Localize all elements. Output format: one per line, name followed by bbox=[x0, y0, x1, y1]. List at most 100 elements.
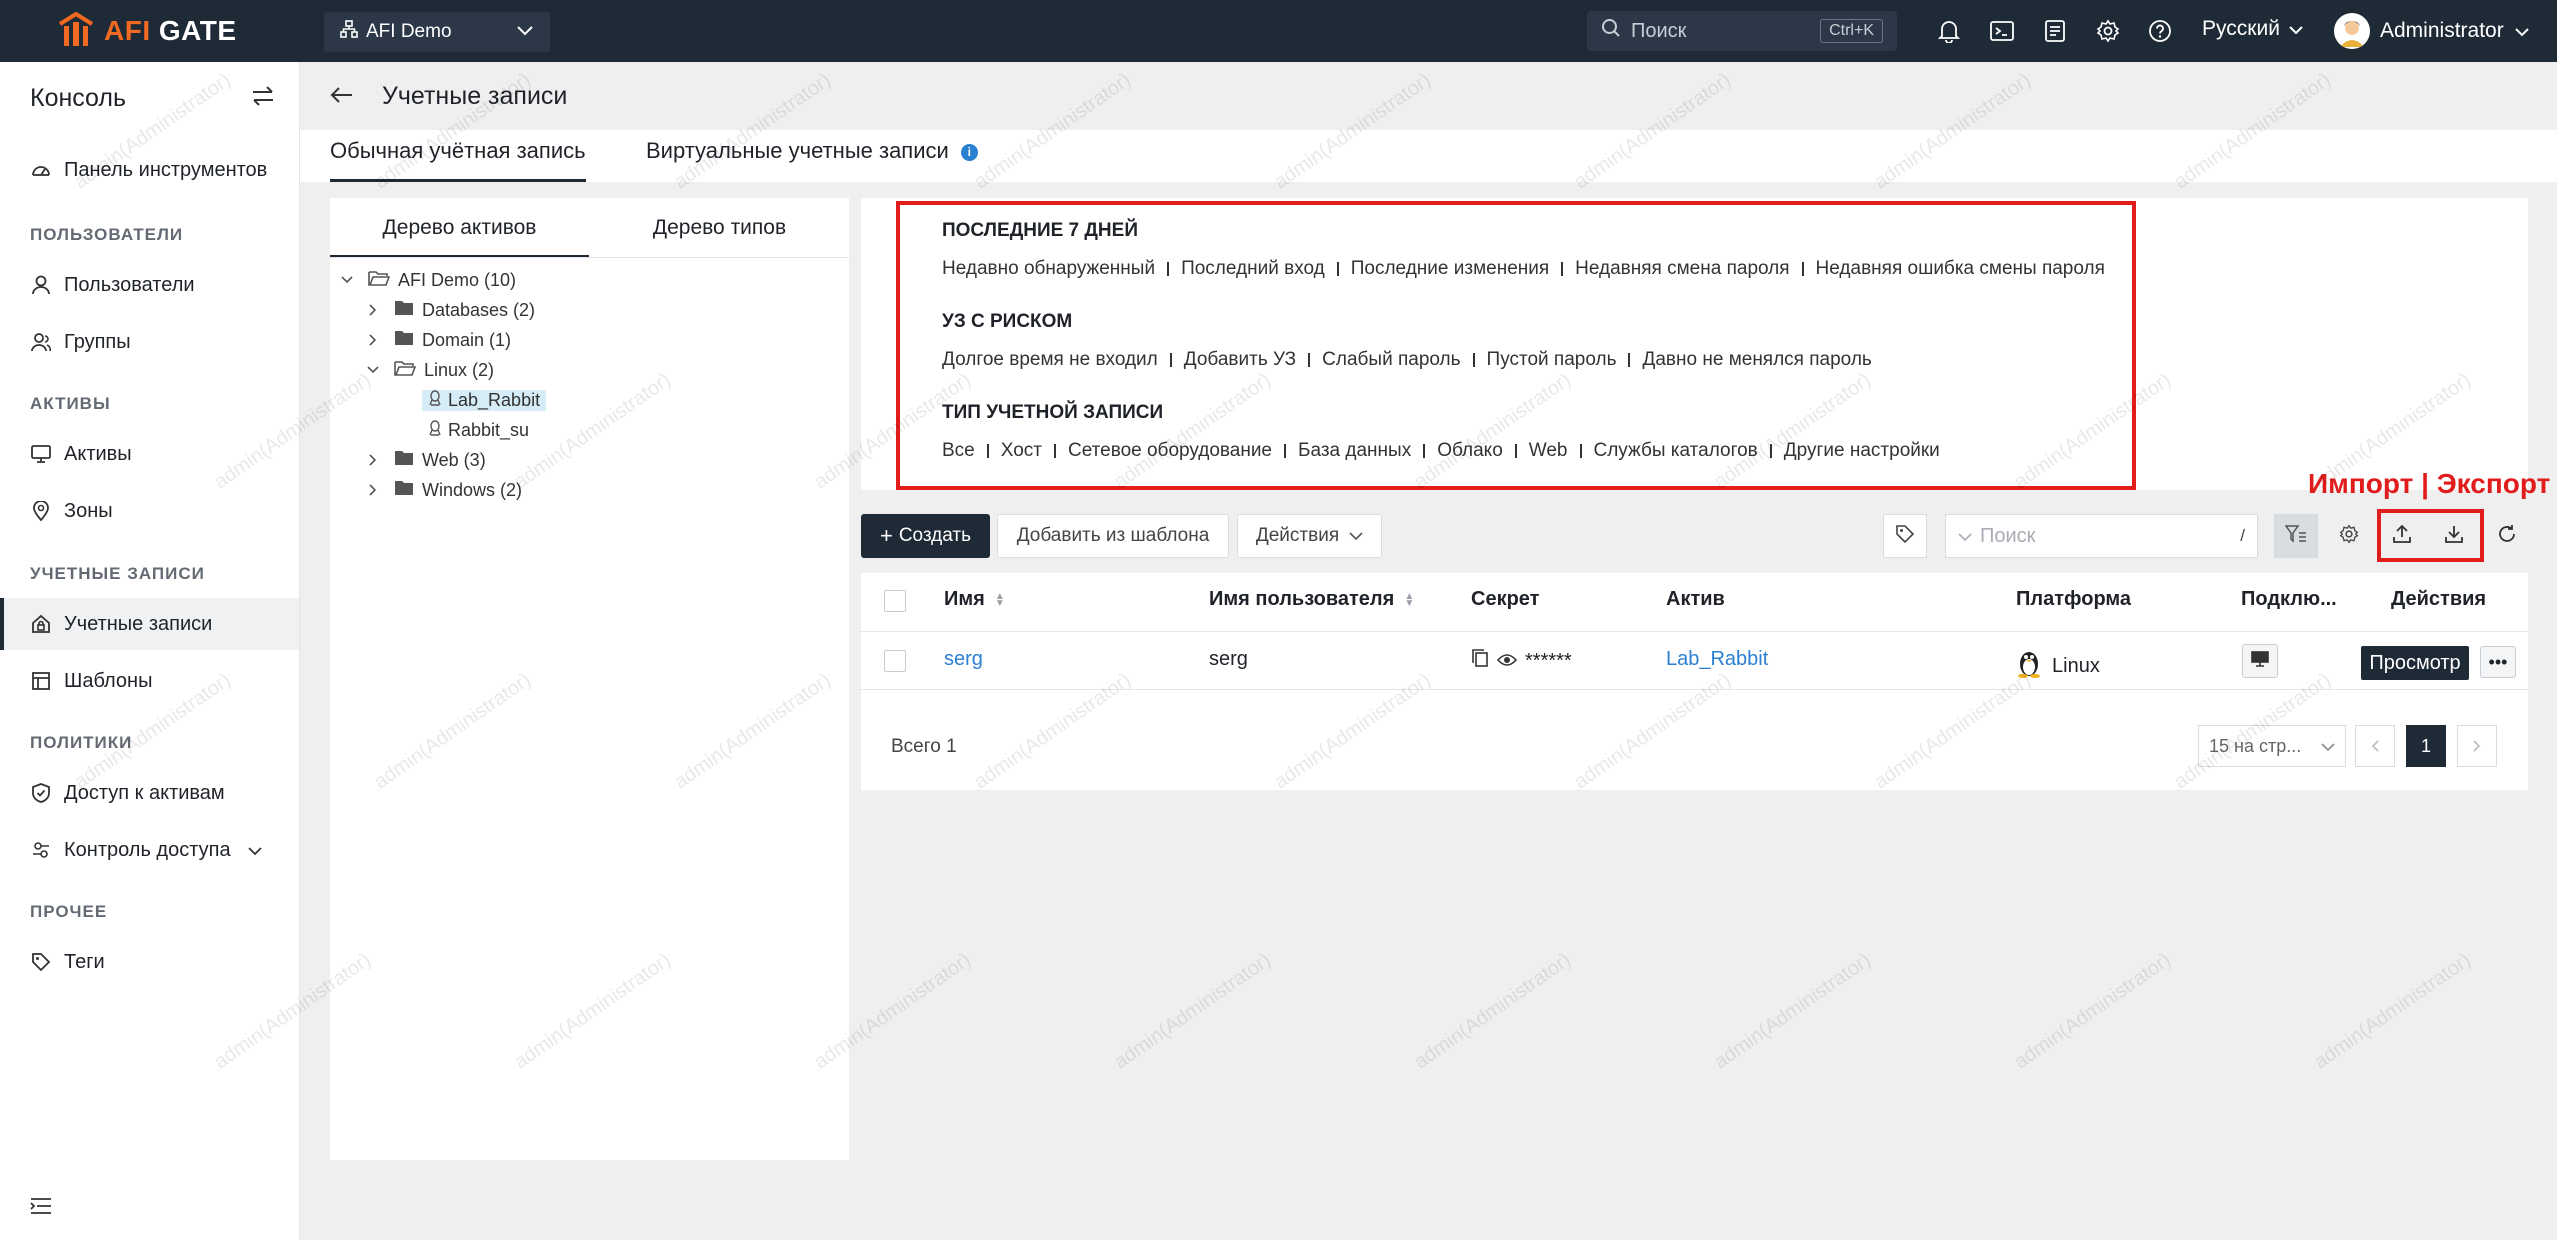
gear-icon[interactable] bbox=[2093, 16, 2123, 46]
back-arrow-icon[interactable] bbox=[330, 82, 354, 111]
create-button[interactable]: + Создать bbox=[861, 514, 990, 558]
swap-icon[interactable] bbox=[251, 84, 275, 113]
collapse-menu-icon[interactable] bbox=[30, 1197, 52, 1220]
filter-link[interactable]: Все bbox=[942, 440, 975, 462]
secret-cell: ****** bbox=[1471, 648, 1572, 674]
copy-icon[interactable] bbox=[1471, 648, 1489, 674]
asset-link[interactable]: Lab_Rabbit bbox=[1666, 648, 1768, 671]
sidebar-item-users[interactable]: Пользователи bbox=[0, 259, 299, 311]
prev-page-button[interactable] bbox=[2355, 725, 2395, 767]
org-select[interactable]: AFI Demo bbox=[324, 12, 550, 52]
chevron-right-icon[interactable] bbox=[366, 304, 380, 316]
connect-button[interactable] bbox=[2242, 644, 2278, 678]
filter-link[interactable]: Пустой пароль bbox=[1487, 349, 1617, 371]
chevron-down-icon[interactable] bbox=[366, 366, 380, 374]
sidebar-item-dashboard[interactable]: Панель инструментов bbox=[0, 144, 299, 196]
page-button-current[interactable]: 1 bbox=[2406, 725, 2446, 767]
user-menu[interactable]: Administrator bbox=[2334, 13, 2530, 49]
tab-regular-account[interactable]: Обычная учётная запись bbox=[330, 138, 586, 182]
tree-node-label: Windows (2) bbox=[422, 479, 523, 500]
add-from-template-button[interactable]: Добавить из шаблона bbox=[997, 514, 1229, 558]
tree-node-web[interactable]: Web (3) bbox=[366, 446, 486, 474]
tab-asset-tree[interactable]: Дерево активов bbox=[330, 216, 589, 258]
column-header-username[interactable]: Имя пользователя ▲ ▼ bbox=[1209, 588, 1414, 611]
filter-row-type: Все Хост Сетевое оборудование База данны… bbox=[942, 440, 1940, 462]
next-page-button[interactable] bbox=[2457, 725, 2497, 767]
chevron-down-icon bbox=[516, 21, 534, 43]
filter-link[interactable]: Долгое время не входил bbox=[942, 349, 1158, 371]
tree-node-databases[interactable]: Databases (2) bbox=[366, 296, 535, 324]
sidebar-item-zones[interactable]: Зоны bbox=[0, 485, 299, 537]
filter-link[interactable]: Недавно обнаруженный bbox=[942, 258, 1155, 280]
table-settings-button[interactable] bbox=[2327, 514, 2371, 558]
chevron-right-icon[interactable] bbox=[366, 484, 380, 496]
sidebar-item-templates[interactable]: Шаблоны bbox=[0, 655, 299, 707]
global-search[interactable]: Поиск Ctrl+K bbox=[1587, 11, 1897, 51]
help-icon[interactable] bbox=[2145, 16, 2175, 46]
sidebar-item-groups[interactable]: Группы bbox=[0, 316, 299, 368]
sort-icon[interactable]: ▲ ▼ bbox=[1404, 591, 1414, 608]
column-filter-button[interactable] bbox=[2274, 514, 2318, 558]
tree-node-domain[interactable]: Domain (1) bbox=[366, 326, 511, 354]
tree-node-lab-rabbit[interactable]: Lab_Rabbit bbox=[422, 386, 547, 414]
filter-link[interactable]: Сетевое оборудование bbox=[1068, 440, 1272, 462]
clipboard-icon[interactable] bbox=[2040, 16, 2070, 46]
tree-node-windows[interactable]: Windows (2) bbox=[366, 476, 522, 504]
language-select[interactable]: Русский bbox=[2202, 17, 2304, 41]
tag-filter-button[interactable] bbox=[1883, 514, 1927, 558]
sidebar-item-tags[interactable]: Теги bbox=[0, 936, 299, 988]
info-icon[interactable]: i bbox=[960, 143, 978, 161]
sidebar-item-asset-access[interactable]: Доступ к активам bbox=[0, 767, 299, 819]
filter-link[interactable]: Недавняя смена пароля bbox=[1575, 258, 1789, 280]
select-all-checkbox[interactable] bbox=[884, 590, 906, 612]
filter-link[interactable]: Слабый пароль bbox=[1322, 349, 1460, 371]
folder-icon bbox=[394, 450, 414, 471]
filter-link[interactable]: Облако bbox=[1437, 440, 1503, 462]
account-name-link[interactable]: serg bbox=[944, 648, 983, 671]
sidebar-item-accounts[interactable]: Учетные записи bbox=[0, 598, 299, 650]
filter-link[interactable]: Недавняя ошибка смены пароля bbox=[1816, 258, 2105, 280]
filter-link[interactable]: Web bbox=[1529, 440, 1568, 462]
watermark-text: admin(Administrator) bbox=[1410, 948, 1575, 1074]
filter-link[interactable]: Последние изменения bbox=[1351, 258, 1549, 280]
column-header-name[interactable]: Имя ▲ ▼ bbox=[944, 588, 1005, 611]
actions-dropdown[interactable]: Действия bbox=[1237, 514, 1382, 558]
page-size-select[interactable]: 15 на стр... bbox=[2198, 725, 2346, 767]
tree-node-root[interactable]: AFI Demo (10) bbox=[340, 266, 516, 294]
chevron-down-icon[interactable] bbox=[340, 276, 354, 284]
filter-link[interactable]: Давно не менялся пароль bbox=[1642, 349, 1871, 371]
sidebar-item-label: Шаблоны bbox=[64, 669, 153, 692]
divider bbox=[1423, 444, 1426, 458]
chevron-right-icon[interactable] bbox=[366, 454, 380, 466]
filter-link[interactable]: Службы каталогов bbox=[1594, 440, 1758, 462]
avatar bbox=[2334, 13, 2370, 49]
more-actions-button[interactable]: ••• bbox=[2480, 646, 2516, 678]
tree-node-linux[interactable]: Linux (2) bbox=[366, 356, 494, 384]
filter-link[interactable]: Добавить УЗ bbox=[1184, 349, 1296, 371]
row-checkbox[interactable] bbox=[884, 650, 906, 672]
table-search-input[interactable]: Поиск / bbox=[1945, 514, 2258, 558]
view-button[interactable]: Просмотр bbox=[2361, 646, 2469, 680]
logo[interactable]: AFI GATE bbox=[56, 11, 237, 50]
sidebar-item-access-control[interactable]: Контроль доступа bbox=[0, 824, 299, 876]
filter-link[interactable]: Последний вход bbox=[1181, 258, 1325, 280]
tab-virtual-accounts[interactable]: Виртуальные учетные записи i bbox=[646, 138, 978, 182]
tree-node-rabbit-su[interactable]: Rabbit_su bbox=[428, 416, 529, 444]
column-header-secret: Секрет bbox=[1471, 588, 1540, 610]
bell-icon[interactable] bbox=[1934, 16, 1964, 46]
eye-icon[interactable] bbox=[1496, 650, 1518, 673]
divider bbox=[1579, 444, 1582, 458]
tab-type-tree[interactable]: Дерево типов bbox=[590, 216, 849, 258]
filter-link[interactable]: База данных bbox=[1298, 440, 1411, 462]
chevron-right-icon bbox=[2473, 736, 2481, 757]
sidebar-item-assets[interactable]: Активы bbox=[0, 428, 299, 480]
sort-icon[interactable]: ▲ ▼ bbox=[995, 591, 1005, 608]
filter-link[interactable]: Хост bbox=[1001, 440, 1042, 462]
refresh-button[interactable] bbox=[2485, 514, 2529, 558]
tree-panel: Дерево активов Дерево типов AFI Demo (10… bbox=[330, 198, 849, 1160]
sidebar: Консоль Панель инструментов ПОЛЬЗОВАТЕЛИ… bbox=[0, 62, 300, 1240]
chevron-right-icon[interactable] bbox=[366, 334, 380, 346]
sidebar-item-label: Панель инструментов bbox=[64, 158, 268, 181]
terminal-icon[interactable] bbox=[1987, 16, 2017, 46]
filter-link[interactable]: Другие настройки bbox=[1784, 440, 1940, 462]
